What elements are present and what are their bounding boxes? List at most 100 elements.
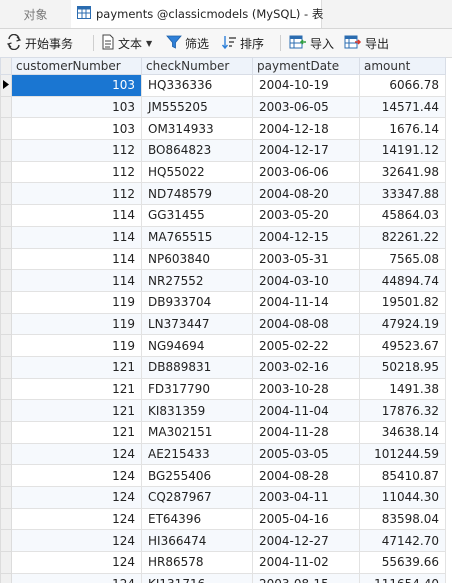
cell-customerNumber[interactable]: 119 [11, 312, 142, 336]
cell-paymentDate[interactable]: 2004-03-10 [252, 269, 360, 292]
row-header[interactable] [0, 247, 12, 271]
cell-checkNumber[interactable]: FD317790 [141, 377, 253, 401]
table-row[interactable]: 103 HQ336336 2004-10-19 6066.78 [0, 74, 446, 97]
row-header[interactable] [0, 377, 12, 401]
table-row[interactable]: 114 GG31455 2003-05-20 45864.03 [0, 204, 446, 227]
cell-amount[interactable]: 33347.88 [359, 182, 446, 206]
cell-customerNumber[interactable]: 103 [11, 95, 142, 119]
cell-customerNumber[interactable]: 103 [11, 117, 142, 141]
cell-paymentDate[interactable]: 2005-02-22 [252, 334, 360, 357]
column-header-customerNumber[interactable]: customerNumber [11, 57, 142, 75]
row-header[interactable] [0, 160, 12, 184]
row-header[interactable] [0, 529, 12, 553]
cell-checkNumber[interactable]: OM314933 [141, 117, 253, 141]
row-header[interactable] [0, 182, 12, 206]
cell-paymentDate[interactable]: 2004-11-14 [252, 290, 360, 314]
cell-paymentDate[interactable]: 2003-02-16 [252, 355, 360, 379]
cell-customerNumber[interactable]: 103 [11, 74, 142, 97]
table-row[interactable]: 121 MA302151 2004-11-28 34638.14 [0, 421, 446, 444]
column-header-checkNumber[interactable]: checkNumber [141, 57, 253, 75]
cell-amount[interactable]: 101244.59 [359, 442, 446, 466]
cell-checkNumber[interactable]: CQ287967 [141, 486, 253, 509]
cell-checkNumber[interactable]: NP603840 [141, 247, 253, 271]
cell-amount[interactable]: 44894.74 [359, 269, 446, 292]
cell-amount[interactable]: 55639.66 [359, 551, 446, 574]
cell-paymentDate[interactable]: 2003-06-05 [252, 95, 360, 119]
row-header[interactable] [0, 442, 12, 466]
row-header[interactable] [0, 290, 12, 314]
table-row[interactable]: 124KI1317162003-08-15111654.40 [0, 572, 446, 583]
cell-amount[interactable]: 14191.12 [359, 139, 446, 162]
cell-customerNumber[interactable]: 112 [11, 160, 142, 184]
cell-customerNumber[interactable]: 119 [11, 290, 142, 314]
row-header[interactable] [0, 399, 12, 422]
cell-paymentDate[interactable]: 2004-12-17 [252, 139, 360, 162]
cell-checkNumber[interactable]: MA302151 [141, 421, 253, 444]
table-row[interactable]: 112 ND748579 2004-08-20 33347.88 [0, 182, 446, 206]
cell-checkNumber[interactable]: HR86578 [141, 551, 253, 574]
cell-amount[interactable]: 45864.03 [359, 204, 446, 227]
table-row[interactable]: 103 OM314933 2004-12-18 1676.14 [0, 117, 446, 141]
cell-paymentDate[interactable]: 2005-04-16 [252, 507, 360, 531]
row-header[interactable] [0, 74, 12, 97]
row-header[interactable] [0, 225, 12, 249]
cell-amount[interactable]: 17876.32 [359, 399, 446, 422]
cell-customerNumber[interactable]: 114 [11, 225, 142, 249]
cell-customerNumber[interactable]: 124 [11, 464, 142, 488]
cell-customerNumber[interactable]: 124 [11, 551, 142, 574]
cell-amount[interactable]: 1491.38 [359, 377, 446, 401]
row-header[interactable] [0, 355, 12, 379]
cell-paymentDate[interactable]: 2004-08-08 [252, 312, 360, 336]
cell-customerNumber[interactable]: 112 [11, 182, 142, 206]
cell-paymentDate[interactable]: 2004-12-18 [252, 117, 360, 141]
text-button[interactable]: 文本 ▼ [101, 33, 152, 53]
cell-paymentDate[interactable]: 2004-11-02 [252, 551, 360, 574]
cell-checkNumber[interactable]: HQ55022 [141, 160, 253, 184]
cell-amount[interactable]: 11044.30 [359, 486, 446, 509]
table-row[interactable]: 124 ET64396 2005-04-16 83598.04 [0, 507, 446, 531]
row-header[interactable] [0, 507, 12, 531]
begin-transaction-button[interactable]: 开始事务 [6, 33, 73, 53]
table-row[interactable]: 119 DB933704 2004-11-14 19501.82 [0, 290, 446, 314]
table-row[interactable]: 114 NP603840 2003-05-31 7565.08 [0, 247, 446, 271]
cell-paymentDate[interactable]: 2003-05-31 [252, 247, 360, 271]
cell-checkNumber[interactable]: DB889831 [141, 355, 253, 379]
cell-customerNumber[interactable]: 124 [11, 486, 142, 509]
column-header-amount[interactable]: amount [359, 57, 446, 75]
cell-customerNumber[interactable]: 124 [11, 442, 142, 466]
cell-customerNumber[interactable]: 124 [11, 507, 142, 531]
table-row[interactable]: 103 JM555205 2003-06-05 14571.44 [0, 95, 446, 119]
cell-checkNumber[interactable]: LN373447 [141, 312, 253, 336]
cell-customerNumber[interactable]: 121 [11, 399, 142, 422]
cell-checkNumber[interactable]: MA765515 [141, 225, 253, 249]
cell-amount[interactable]: 111654.40 [359, 572, 446, 583]
cell-customerNumber[interactable]: 114 [11, 247, 142, 271]
export-button[interactable]: 导出 [344, 33, 389, 53]
table-row[interactable]: 124 HI366474 2004-12-27 47142.70 [0, 529, 446, 553]
cell-customerNumber[interactable]: 124 [11, 529, 142, 553]
cell-customerNumber[interactable]: 114 [11, 269, 142, 292]
cell-paymentDate[interactable]: 2003-08-15 [252, 572, 360, 583]
cell-checkNumber[interactable]: NR27552 [141, 269, 253, 292]
cell-paymentDate[interactable]: 2004-11-04 [252, 399, 360, 422]
cell-paymentDate[interactable]: 2004-11-28 [252, 421, 360, 444]
table-row[interactable]: 112 HQ55022 2003-06-06 32641.98 [0, 160, 446, 184]
cell-amount[interactable]: 32641.98 [359, 160, 446, 184]
table-row[interactable]: 124 BG255406 2004-08-28 85410.87 [0, 464, 446, 488]
table-row[interactable]: 124 AE215433 2005-03-05 101244.59 [0, 442, 446, 466]
table-row[interactable]: 119 NG94694 2005-02-22 49523.67 [0, 334, 446, 357]
cell-customerNumber[interactable]: 121 [11, 421, 142, 444]
row-header[interactable] [0, 572, 12, 583]
cell-checkNumber[interactable]: ND748579 [141, 182, 253, 206]
cell-amount[interactable]: 47142.70 [359, 529, 446, 553]
cell-checkNumber[interactable]: NG94694 [141, 334, 253, 357]
table-row[interactable]: 121 DB889831 2003-02-16 50218.95 [0, 355, 446, 379]
row-header[interactable] [0, 334, 12, 357]
sort-button[interactable]: 排序 [221, 33, 264, 53]
row-header[interactable] [0, 204, 12, 227]
cell-paymentDate[interactable]: 2004-08-28 [252, 464, 360, 488]
cell-paymentDate[interactable]: 2003-06-06 [252, 160, 360, 184]
cell-checkNumber[interactable]: JM555205 [141, 95, 253, 119]
cell-customerNumber[interactable]: 112 [11, 139, 142, 162]
table-row[interactable]: 124 CQ287967 2003-04-11 11044.30 [0, 486, 446, 509]
